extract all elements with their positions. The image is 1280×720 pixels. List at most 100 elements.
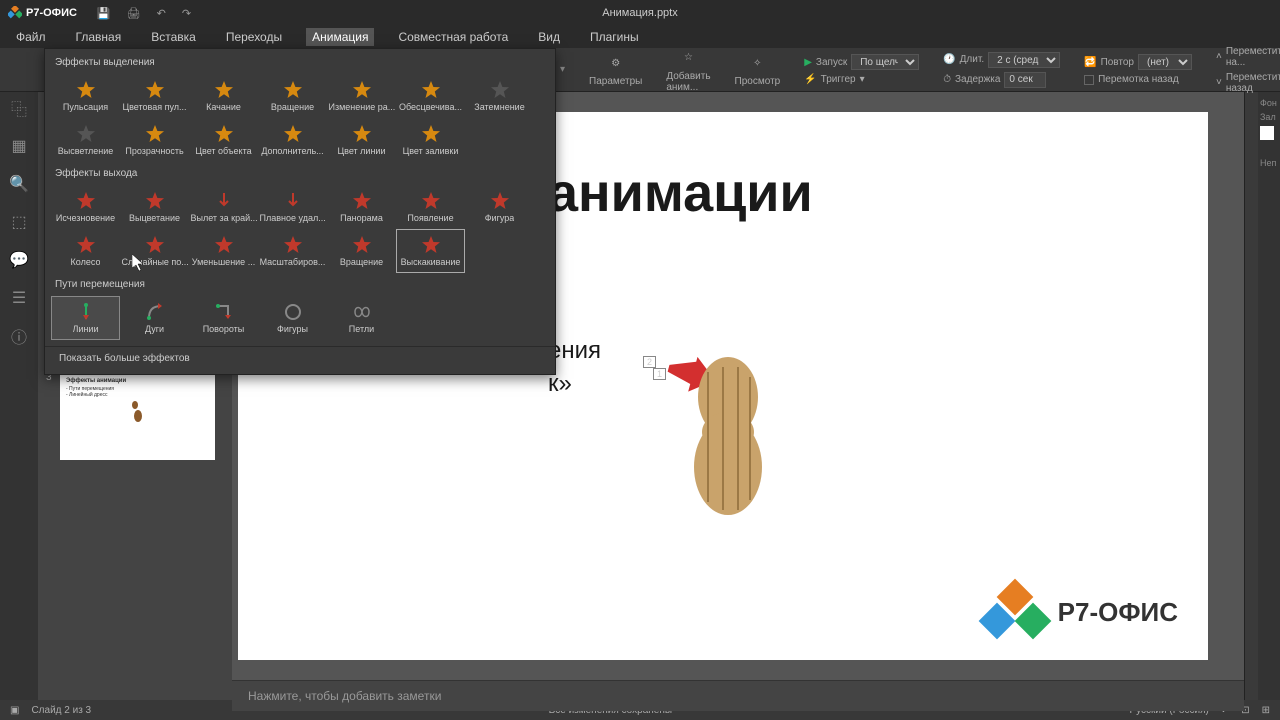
fx-path-item[interactable]: Петли [327, 296, 396, 340]
slide-thumb-3-row: 3 Эффекты анимации - Пути перемещения - … [46, 372, 224, 460]
fx-emphasis-item[interactable]: Высветление [51, 118, 120, 162]
slide-counter: Слайд 2 из 3 [31, 705, 91, 716]
fx-emphasis-item[interactable]: Качание [189, 74, 258, 118]
menu-home[interactable]: Главная [70, 28, 128, 46]
trigger-field[interactable]: ⚡ Триггер ▾ [804, 74, 919, 85]
document-title: Анимация.pptx [602, 7, 678, 19]
copy-icon[interactable]: ⿻ [9, 98, 29, 118]
fx-exit-item[interactable]: Фигура [465, 185, 534, 229]
fx-path-item[interactable]: Дуги [120, 296, 189, 340]
effects-gallery-popup: Эффекты выделения ПульсацияЦветовая пул.… [44, 48, 556, 375]
menu-collab[interactable]: Совместная работа [392, 28, 514, 46]
fx-exit-item[interactable]: Случайные по... [120, 229, 189, 273]
delay-input[interactable] [1004, 72, 1046, 88]
preview-button[interactable]: ✧ Просмотр [735, 52, 781, 87]
comments-icon[interactable]: ⬚ [9, 212, 29, 232]
fx-exit-item[interactable]: Масштабиров... [258, 229, 327, 273]
start-select[interactable]: По щелчку [851, 54, 919, 70]
fx-exit-item[interactable]: Выцветание [120, 185, 189, 229]
star-icon [214, 191, 234, 211]
chevron-down-icon: ▾ [860, 74, 865, 85]
redo-button[interactable]: ↷ [182, 7, 191, 20]
fx-emphasis-item[interactable]: Затемнение [465, 74, 534, 118]
preview-icon: ✧ [746, 52, 768, 74]
zoom-icon[interactable]: ⊞ [1262, 705, 1270, 716]
delay-field: ⏱ Задержка [943, 72, 1060, 88]
fx-exit-item[interactable]: Выскакивание [396, 229, 465, 273]
app-name: Р7-ОФИС [26, 7, 77, 19]
fx-exit-item[interactable]: Колесо [51, 229, 120, 273]
menu-file[interactable]: Файл [10, 28, 52, 46]
slide-title-text: анимации [548, 162, 813, 224]
fx-path-item[interactable]: Фигуры [258, 296, 327, 340]
chat-icon[interactable]: 💬 [9, 250, 29, 270]
star-plus-icon: ☆ [677, 47, 699, 69]
fx-exit-item[interactable]: Вращение [327, 229, 396, 273]
params-button[interactable]: ⚙ Параметры [589, 52, 642, 87]
star-icon [76, 235, 96, 255]
star-icon [283, 191, 303, 211]
thumb-peanut-icon [130, 400, 144, 424]
move-later-button[interactable]: ˅ Переместить назад [1216, 72, 1280, 94]
fx-emphasis-item[interactable]: Вращение [258, 74, 327, 118]
right-scrollbar[interactable] [1244, 92, 1258, 700]
fx-path-item[interactable]: Повороты [189, 296, 258, 340]
gear-icon: ⚙ [605, 52, 627, 74]
print-button[interactable]: 🖨 [127, 7, 141, 20]
fx-emphasis-item[interactable]: Прозрачность [120, 118, 189, 162]
menu-animation[interactable]: Анимация [306, 28, 374, 46]
list-icon[interactable]: ☰ [9, 288, 29, 308]
info-icon[interactable]: ⓘ [9, 326, 29, 346]
star-icon [214, 124, 234, 144]
chevron-up-icon: ˄ [1216, 51, 1222, 62]
exit-grid: ИсчезновениеВыцветаниеВылет за край...Пл… [45, 183, 555, 275]
fx-exit-item[interactable]: Панорама [327, 185, 396, 229]
menu-plugins[interactable]: Плагины [584, 28, 645, 46]
menu-view[interactable]: Вид [532, 28, 566, 46]
undo-button[interactable]: ↶ [157, 7, 166, 20]
fx-emphasis-item[interactable]: Дополнитель... [258, 118, 327, 162]
slide-thumb-3[interactable]: Эффекты анимации - Пути перемещения - Ли… [60, 372, 215, 460]
fill-color-swatch[interactable] [1260, 126, 1274, 140]
search-icon[interactable]: 🔍 [9, 174, 29, 194]
duration-select[interactable]: 2 с (средне) [988, 52, 1060, 68]
emphasis-section-title: Эффекты выделения [45, 53, 555, 72]
star-icon [145, 235, 165, 255]
fx-emphasis-item[interactable]: Обесцвечива... [396, 74, 465, 118]
fx-emphasis-item[interactable]: Пульсация [51, 74, 120, 118]
presentation-mode-icon[interactable]: ▣ [10, 705, 19, 716]
fx-emphasis-item[interactable]: Цвет линии [327, 118, 396, 162]
left-toolbar: ⿻ ▦ 🔍 ⬚ 💬 ☰ ⓘ [0, 92, 38, 700]
menu-transitions[interactable]: Переходы [220, 28, 288, 46]
gallery-expand-icon[interactable]: ▾ [560, 64, 565, 75]
save-button[interactable]: 💾 [97, 7, 111, 20]
fx-exit-item[interactable]: Уменьшение ... [189, 229, 258, 273]
add-animation-button[interactable]: ☆ Добавить аним... [666, 47, 710, 93]
peanut-image[interactable] [688, 352, 768, 517]
fx-emphasis-item[interactable]: Цветовая пул... [120, 74, 189, 118]
fx-emphasis-item[interactable]: Цвет заливки [396, 118, 465, 162]
fx-path-item[interactable]: Линии [51, 296, 120, 340]
slides-icon[interactable]: ▦ [9, 136, 29, 156]
thumb-number-3: 3 [46, 372, 54, 460]
fx-exit-item[interactable]: Исчезновение [51, 185, 120, 229]
star-icon [145, 124, 165, 144]
fx-exit-item[interactable]: Плавное удал... [258, 185, 327, 229]
clock-icon: 🕐 [943, 54, 955, 65]
more-effects-button[interactable]: Показать больше эффектов [45, 346, 555, 370]
fx-exit-item[interactable]: Появление [396, 185, 465, 229]
path-icon [283, 302, 303, 322]
menu-insert[interactable]: Вставка [145, 28, 202, 46]
fx-emphasis-item[interactable]: Цвет объекта [189, 118, 258, 162]
path-icon [214, 302, 234, 322]
star-icon [421, 235, 441, 255]
rewind-checkbox[interactable]: Перемотка назад [1084, 74, 1192, 85]
move-earlier-button[interactable]: ˄ Переместить на... [1216, 46, 1280, 68]
notes-area[interactable]: Нажмите, чтобы добавить заметки [232, 680, 1244, 711]
repeat-select[interactable]: (нет) [1138, 54, 1192, 70]
exit-section-title: Эффекты выхода [45, 164, 555, 183]
fx-emphasis-item[interactable]: Изменение ра... [327, 74, 396, 118]
logo-icon [8, 6, 22, 20]
chevron-down-icon: ˅ [1216, 77, 1222, 88]
fx-exit-item[interactable]: Вылет за край... [189, 185, 258, 229]
